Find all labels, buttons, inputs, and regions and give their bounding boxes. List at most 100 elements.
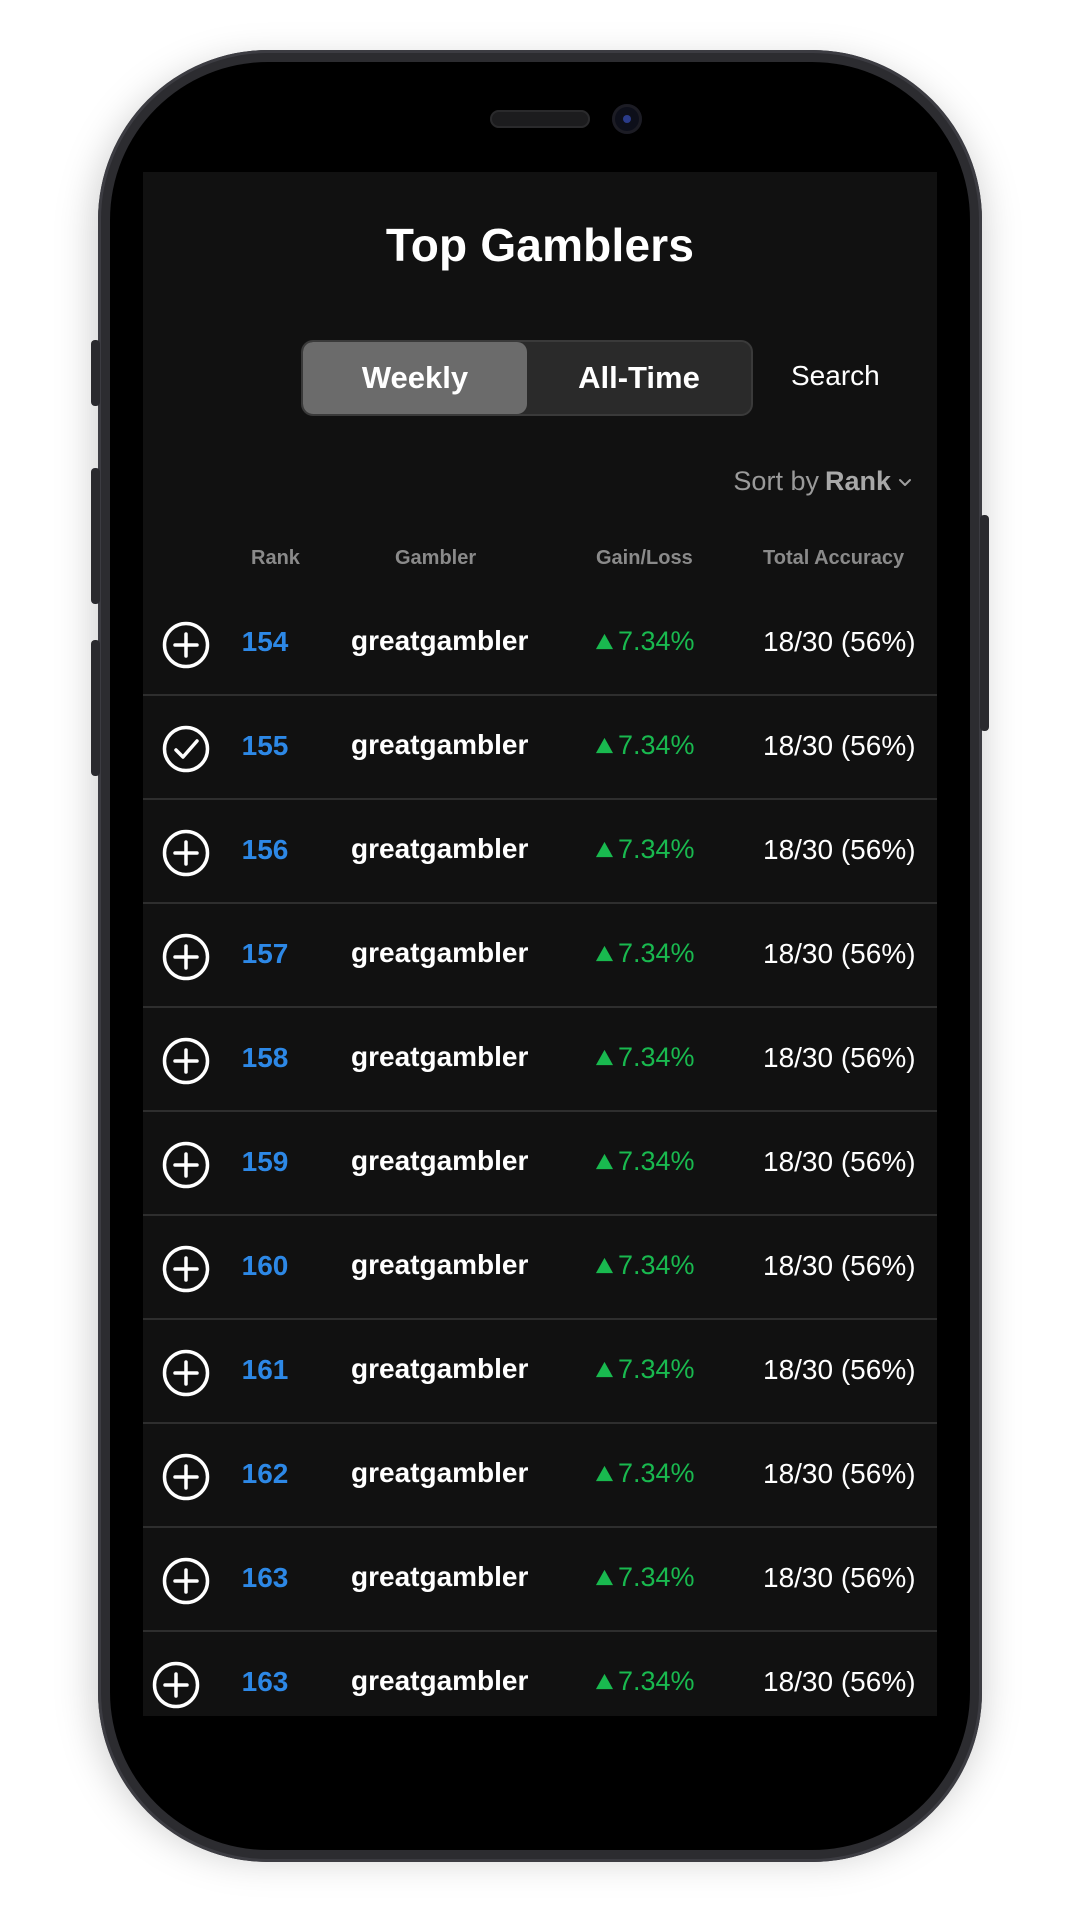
gain-loss-value: 7.34% (595, 1458, 695, 1489)
gain-loss-text: 7.34% (618, 1354, 695, 1384)
up-triangle-icon (595, 737, 614, 754)
gain-loss-text: 7.34% (618, 1458, 695, 1488)
gambler-name[interactable]: greatgambler (351, 1561, 528, 1593)
gain-loss-value: 7.34% (595, 1562, 695, 1593)
rank-value[interactable]: 159 (227, 1146, 303, 1178)
up-triangle-icon (595, 1361, 614, 1378)
up-triangle-icon (595, 1465, 614, 1482)
gain-loss-text: 7.34% (618, 1146, 695, 1176)
gain-loss-value: 7.34% (595, 1146, 695, 1177)
rank-value[interactable]: 163 (227, 1666, 303, 1698)
up-triangle-icon (595, 1569, 614, 1586)
gambler-name[interactable]: greatgambler (351, 1665, 528, 1697)
rank-value[interactable]: 158 (227, 1042, 303, 1074)
gain-loss-value: 7.34% (595, 626, 695, 657)
gambler-name[interactable]: greatgambler (351, 1145, 528, 1177)
plus-circle-icon[interactable] (161, 1036, 211, 1086)
gain-loss-text: 7.34% (618, 1562, 695, 1592)
chevron-down-icon (899, 478, 911, 486)
up-triangle-icon (595, 1049, 614, 1066)
gambler-name[interactable]: greatgambler (351, 1249, 528, 1281)
column-header-gambler: Gambler (395, 547, 477, 569)
up-triangle-icon (595, 633, 614, 650)
gambler-name[interactable]: greatgambler (351, 1041, 528, 1073)
rank-value[interactable]: 163 (227, 1562, 303, 1594)
total-accuracy-value: 18/30 (56%) (763, 1562, 916, 1593)
column-header-total-accuracy: Total Accuracy (763, 547, 905, 569)
gambler-name[interactable]: greatgambler (351, 1353, 528, 1385)
table-row[interactable]: 161 greatgambler 7.34% 18/30 (56%) (143, 1320, 937, 1424)
up-triangle-icon (595, 945, 614, 962)
rank-value[interactable]: 156 (227, 834, 303, 866)
plus-circle-icon[interactable] (161, 932, 211, 982)
table-row[interactable]: 155 greatgambler 7.34% 18/30 (56%) (143, 696, 937, 800)
stage: Top Gamblers Weekly All-Time Search Sort… (0, 0, 1080, 1913)
total-accuracy-value: 18/30 (56%) (763, 1666, 916, 1697)
leaderboard-list: 154 greatgambler 7.34% 18/30 (56%) 155 greatg… (143, 592, 937, 1716)
page-title: Top Gamblers (385, 219, 695, 271)
silent-switch (91, 340, 100, 406)
gain-loss-value: 7.34% (595, 730, 695, 761)
sort-dropdown[interactable]: Sort by Rank (733, 466, 913, 497)
search-button[interactable]: Search (791, 360, 880, 392)
gambler-name[interactable]: greatgambler (351, 729, 528, 761)
table-row[interactable]: 160 greatgambler 7.34% 18/30 (56%) (143, 1216, 937, 1320)
table-row[interactable]: 163 greatgambler 7.34% 18/30 (56%) (143, 1632, 937, 1716)
volume-up-button (91, 468, 100, 604)
total-accuracy-value: 18/30 (56%) (763, 1354, 916, 1385)
table-row[interactable]: 154 greatgambler 7.34% 18/30 (56%) (143, 592, 937, 696)
rank-value[interactable]: 154 (227, 626, 303, 658)
table-row[interactable]: 158 greatgambler 7.34% 18/30 (56%) (143, 1008, 937, 1112)
gain-loss-value: 7.34% (595, 1354, 695, 1385)
plus-circle-icon[interactable] (161, 1140, 211, 1190)
gambler-name[interactable]: greatgambler (351, 833, 528, 865)
gain-loss-text: 7.34% (618, 730, 695, 760)
gambler-name[interactable]: greatgambler (351, 1457, 528, 1489)
gain-loss-text: 7.34% (618, 626, 695, 656)
plus-circle-icon[interactable] (161, 620, 211, 670)
plus-circle-icon[interactable] (161, 1244, 211, 1294)
table-row[interactable]: 156 greatgambler 7.34% 18/30 (56%) (143, 800, 937, 904)
total-accuracy-value: 18/30 (56%) (763, 1146, 916, 1177)
tab-all-time[interactable]: All-Time (527, 342, 751, 414)
table-row[interactable]: 162 greatgambler 7.34% 18/30 (56%) (143, 1424, 937, 1528)
tab-weekly[interactable]: Weekly (303, 342, 527, 414)
rank-value[interactable]: 162 (227, 1458, 303, 1490)
rank-value[interactable]: 157 (227, 938, 303, 970)
gain-loss-value: 7.34% (595, 938, 695, 969)
front-camera-icon (612, 104, 642, 134)
gain-loss-value: 7.34% (595, 1042, 695, 1073)
total-accuracy-value: 18/30 (56%) (763, 1250, 916, 1281)
table-row[interactable]: 157 greatgambler 7.34% 18/30 (56%) (143, 904, 937, 1008)
table-row[interactable]: 159 greatgambler 7.34% 18/30 (56%) (143, 1112, 937, 1216)
plus-circle-icon[interactable] (151, 1660, 201, 1710)
plus-circle-icon[interactable] (161, 1348, 211, 1398)
column-header-rank: Rank (251, 547, 300, 569)
gambler-name[interactable]: greatgambler (351, 625, 528, 657)
app-screen: Top Gamblers Weekly All-Time Search Sort… (143, 172, 937, 1716)
gain-loss-value: 7.34% (595, 1666, 695, 1697)
total-accuracy-value: 18/30 (56%) (763, 1042, 916, 1073)
total-accuracy-value: 18/30 (56%) (763, 626, 916, 657)
plus-circle-icon[interactable] (161, 1556, 211, 1606)
up-triangle-icon (595, 1673, 614, 1690)
total-accuracy-value: 18/30 (56%) (763, 1458, 916, 1489)
rank-value[interactable]: 161 (227, 1354, 303, 1386)
rank-value[interactable]: 155 (227, 730, 303, 762)
gambler-name[interactable]: greatgambler (351, 937, 528, 969)
earpiece-speaker (490, 110, 590, 128)
table-row[interactable]: 163 greatgambler 7.34% 18/30 (56%) (143, 1528, 937, 1632)
total-accuracy-value: 18/30 (56%) (763, 938, 916, 969)
gain-loss-value: 7.34% (595, 834, 695, 865)
gain-loss-text: 7.34% (618, 834, 695, 864)
up-triangle-icon (595, 1257, 614, 1274)
plus-circle-icon[interactable] (161, 828, 211, 878)
gain-loss-text: 7.34% (618, 1250, 695, 1280)
sort-value: Rank (824, 466, 891, 496)
column-header-gain-loss: Gain/Loss (596, 547, 693, 569)
check-circle-icon[interactable] (161, 724, 211, 774)
plus-circle-icon[interactable] (161, 1452, 211, 1502)
power-button (980, 515, 989, 731)
gain-loss-text: 7.34% (618, 1666, 695, 1696)
rank-value[interactable]: 160 (227, 1250, 303, 1282)
